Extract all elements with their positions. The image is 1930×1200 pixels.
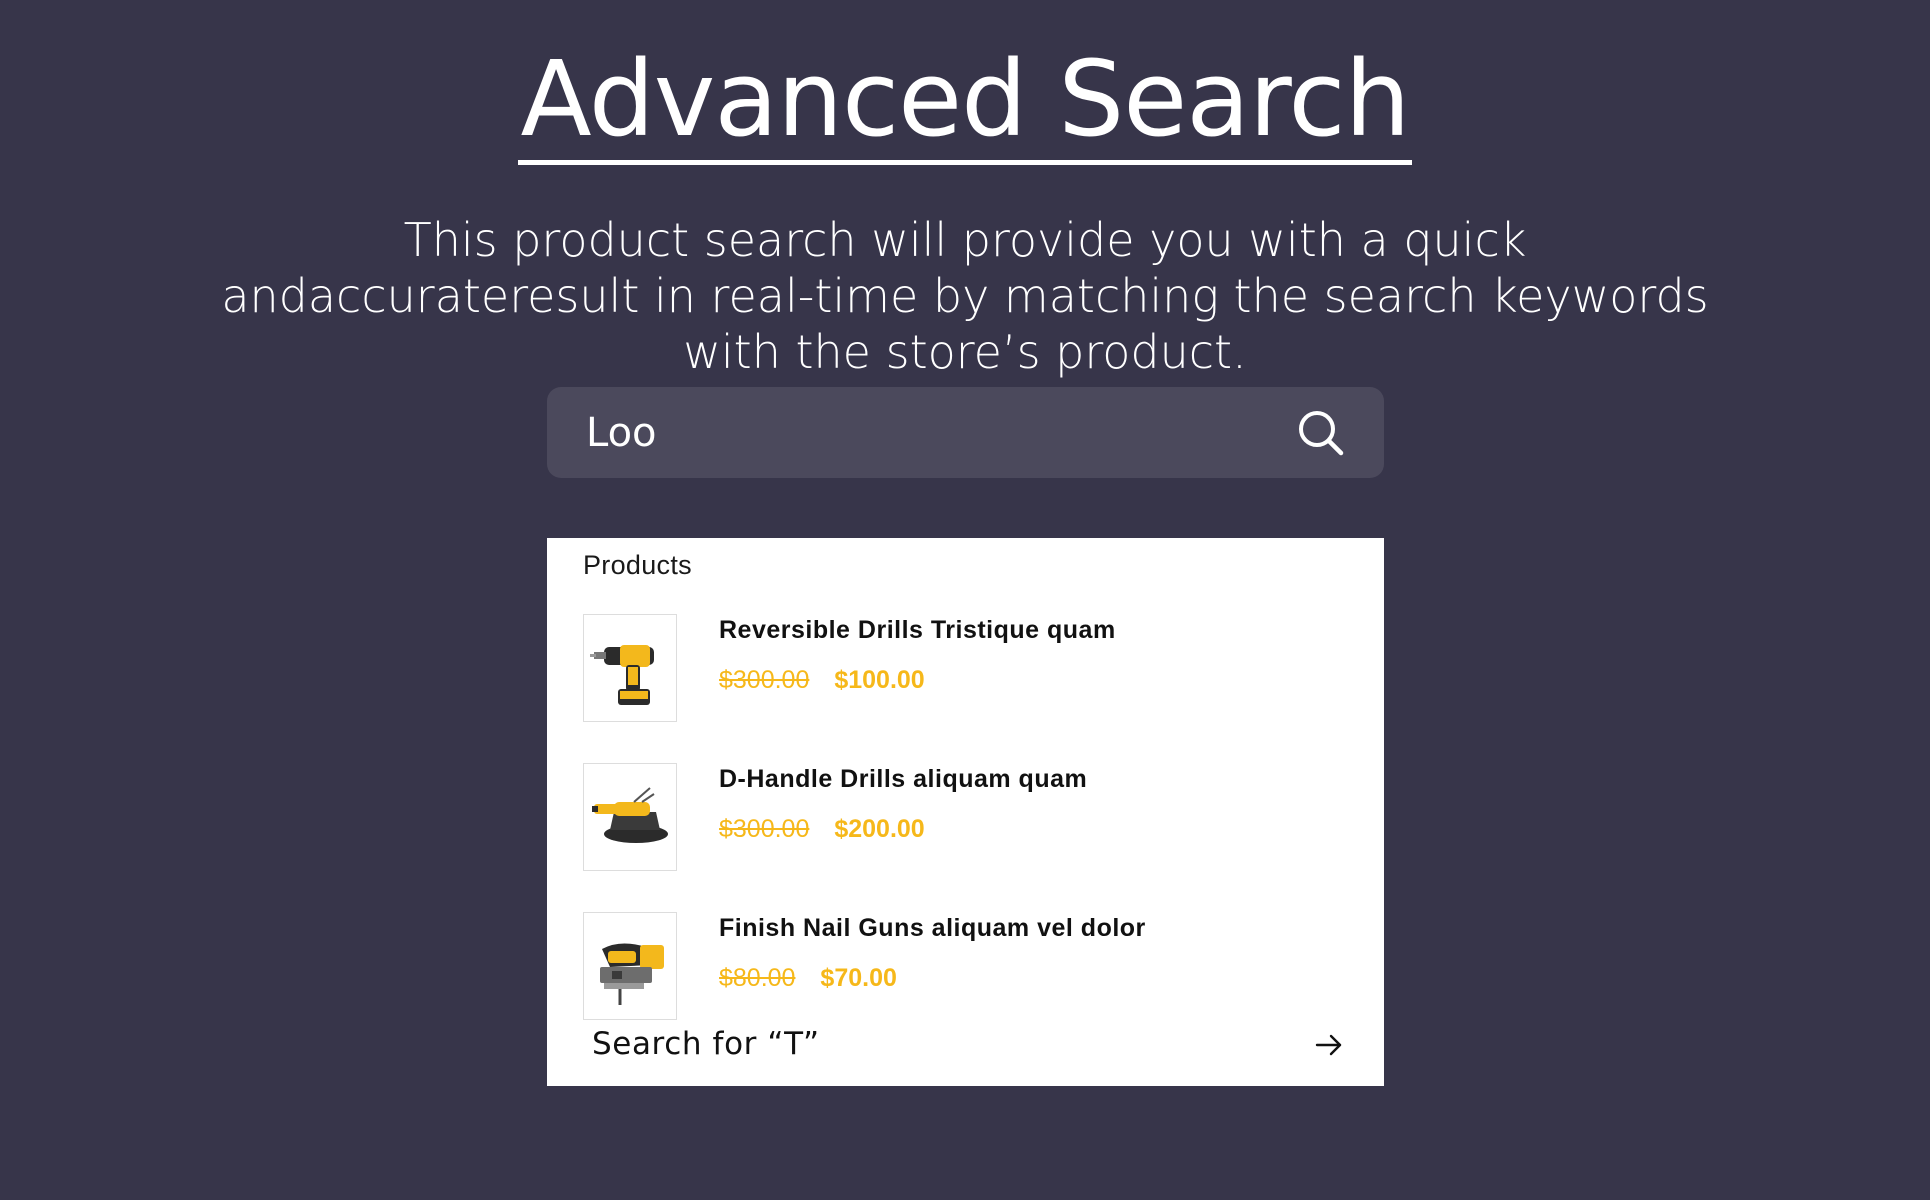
- product-thumbnail[interactable]: [583, 763, 677, 871]
- price-row: $300.00 $200.00: [719, 815, 925, 844]
- search-input[interactable]: [586, 387, 1266, 478]
- original-price: $80.00: [719, 964, 796, 992]
- product-thumbnail[interactable]: [583, 912, 677, 1020]
- sale-price: $70.00: [820, 964, 897, 992]
- sale-price: $200.00: [834, 815, 925, 843]
- search-results-panel: Products Reversible Drills Tristique qua…: [547, 538, 1384, 1086]
- title-container: Advanced Search: [0, 39, 1930, 165]
- drill-icon: [590, 645, 654, 705]
- product-item[interactable]: D-Handle Drills aliquam quam $300.00 $20…: [583, 763, 1353, 873]
- sander-icon: [592, 787, 668, 843]
- page-subtitle: This product search will provide you wit…: [221, 213, 1709, 379]
- search-bar: [547, 387, 1384, 478]
- product-item[interactable]: Finish Nail Guns aliquam vel dolor $80.0…: [583, 912, 1353, 1022]
- original-price: $300.00: [719, 815, 810, 843]
- products-section-label: Products: [583, 550, 692, 580]
- product-item[interactable]: Reversible Drills Tristique quam $300.00…: [583, 614, 1353, 724]
- price-row: $300.00 $100.00: [719, 666, 925, 695]
- search-for-label[interactable]: Search for “T”: [592, 1026, 820, 1062]
- product-thumbnail[interactable]: [583, 614, 677, 722]
- arrow-right-icon[interactable]: [1314, 1030, 1344, 1060]
- page-title: Advanced Search: [518, 39, 1412, 165]
- jigsaw-icon: [600, 943, 664, 1005]
- original-price: $300.00: [719, 666, 810, 694]
- search-icon[interactable]: [1296, 408, 1346, 458]
- product-name[interactable]: Finish Nail Guns aliquam vel dolor: [719, 914, 1146, 943]
- price-row: $80.00 $70.00: [719, 964, 897, 993]
- sale-price: $100.00: [834, 666, 925, 694]
- product-name[interactable]: Reversible Drills Tristique quam: [719, 616, 1116, 645]
- search-for-link[interactable]: Search for “T”: [592, 1026, 1344, 1070]
- product-name[interactable]: D-Handle Drills aliquam quam: [719, 765, 1087, 794]
